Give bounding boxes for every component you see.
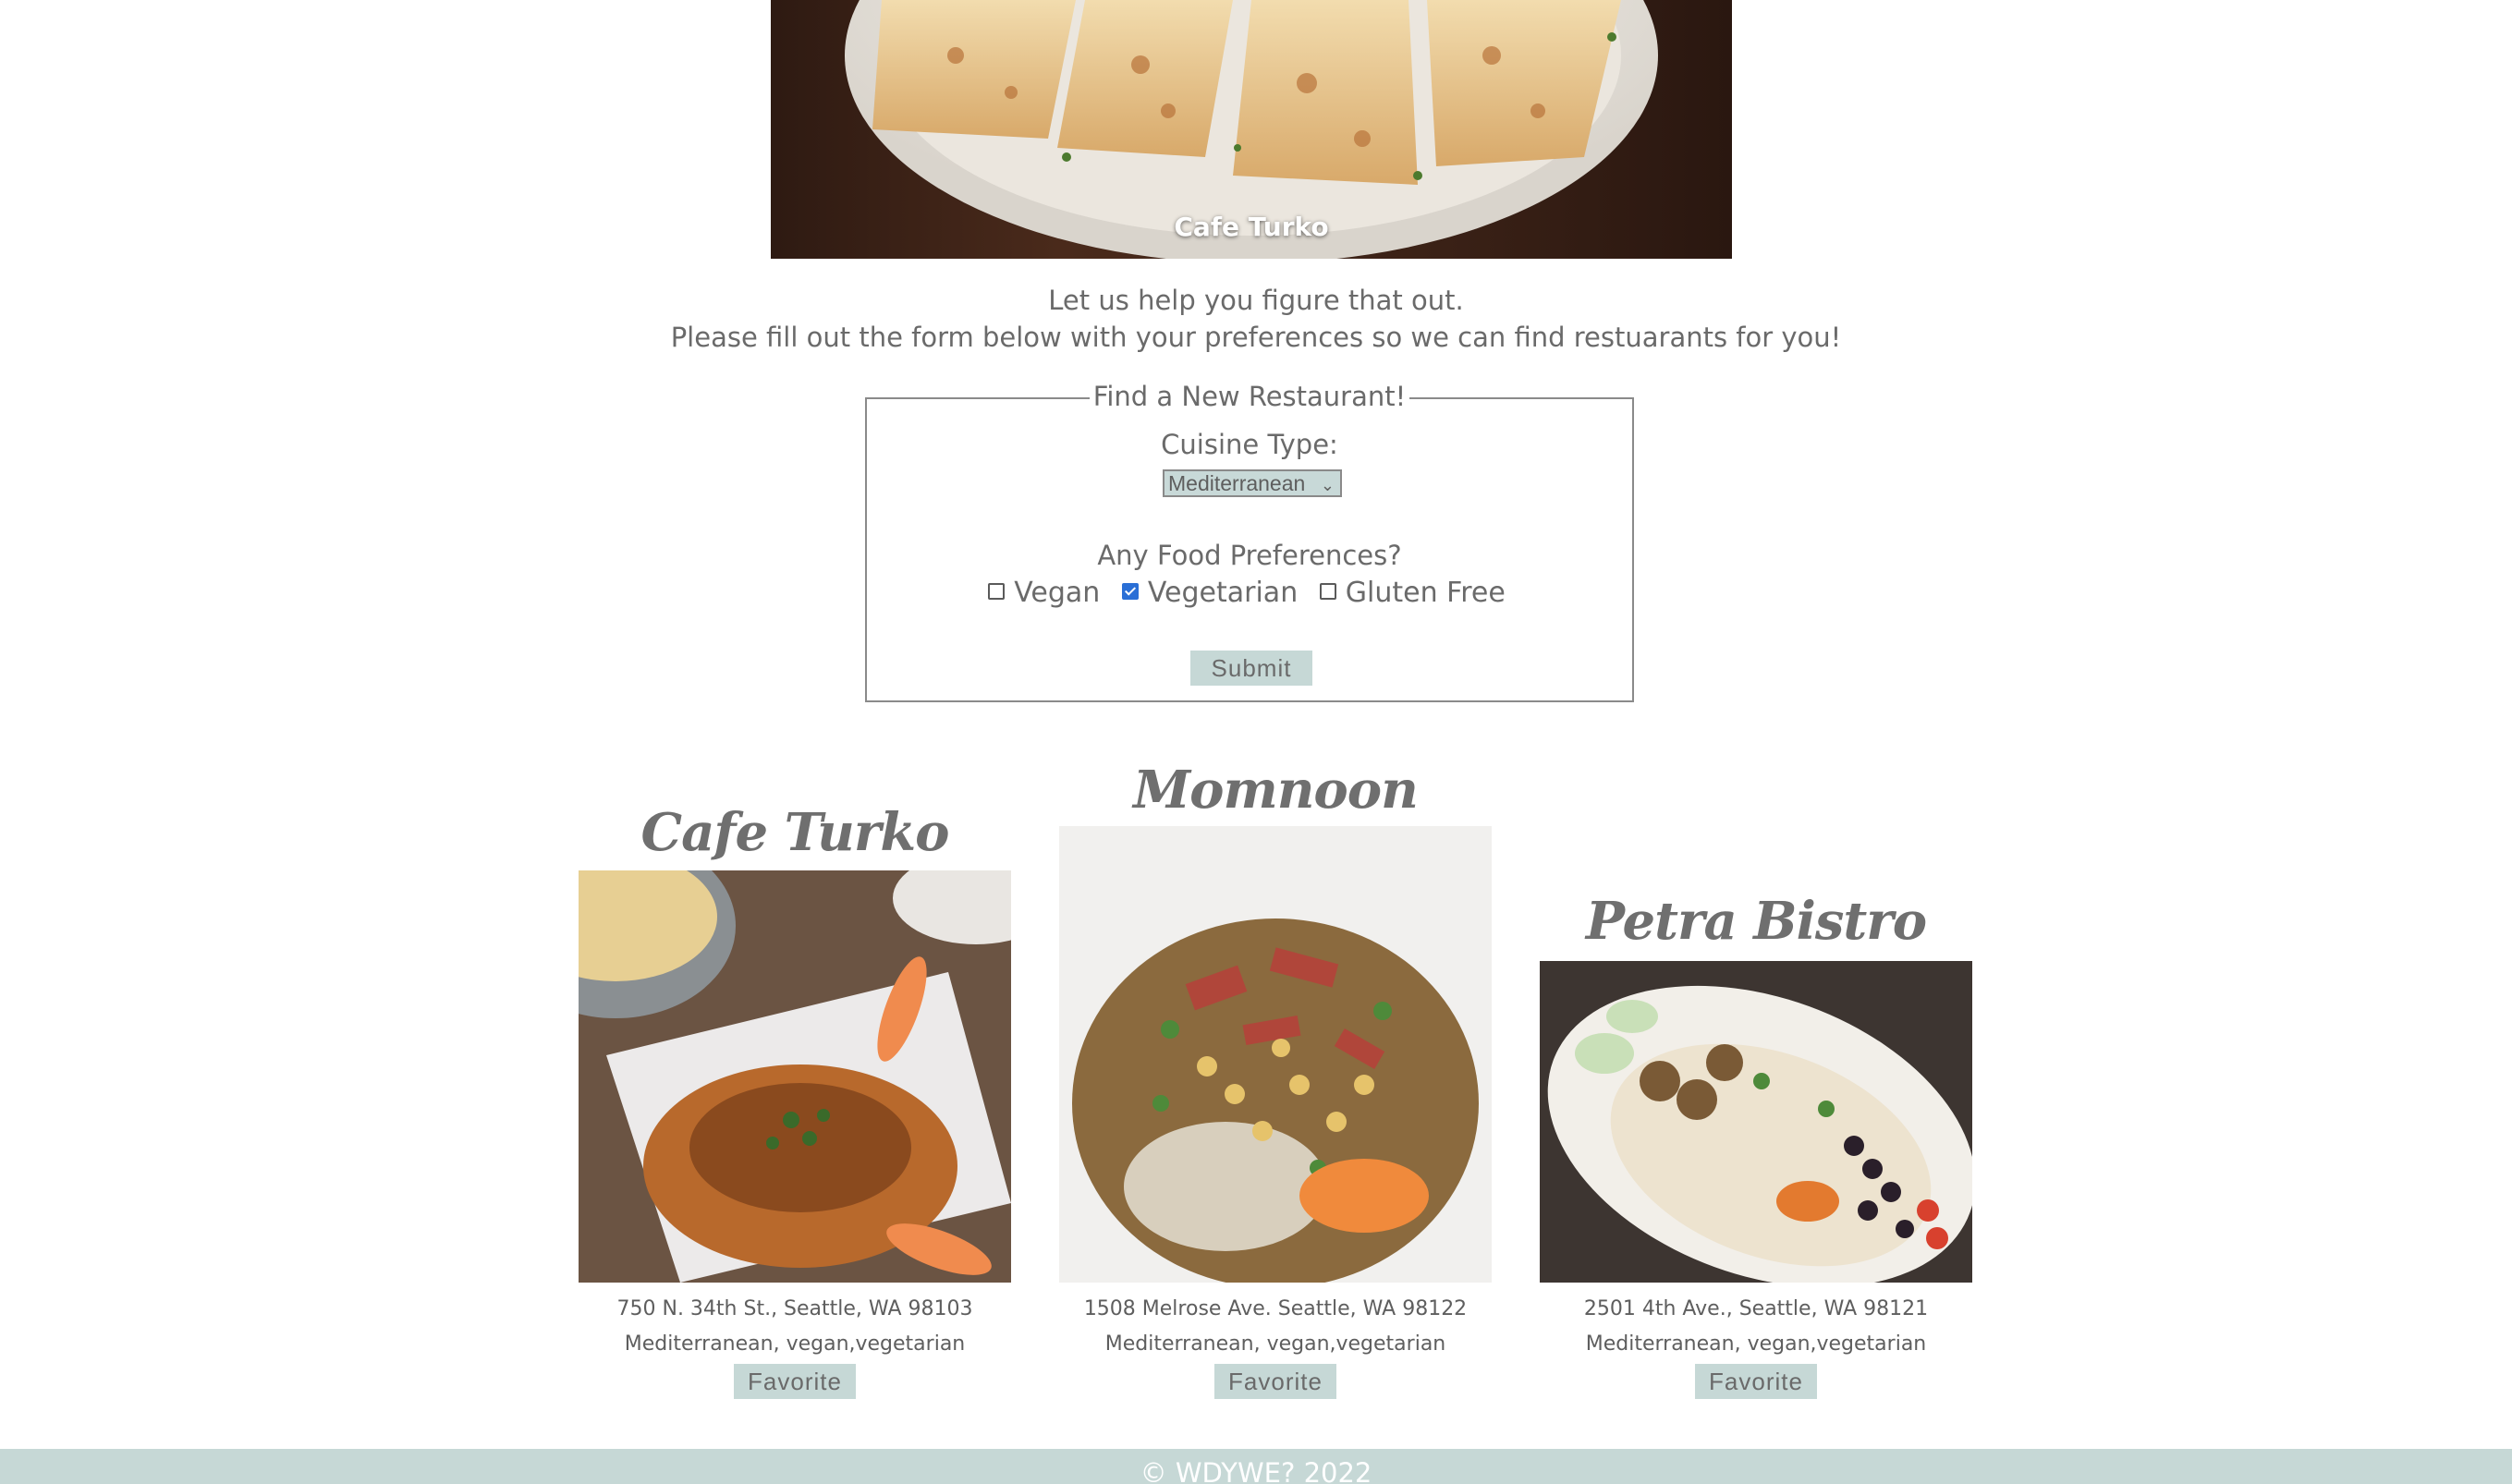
form-legend: Find a New Restaurant!: [867, 381, 1632, 412]
card-address-cafe-turko: 750 N. 34th St., Seattle, WA 98103: [616, 1297, 973, 1320]
page: Cafe Turko Let us help you figure that o…: [0, 0, 2512, 1484]
vegan-checkbox[interactable]: [988, 582, 1006, 600]
favorite-button-cafe-turko[interactable]: Favorite: [734, 1364, 856, 1399]
cuisine-select[interactable]: Mediterranean ⌄: [1163, 469, 1342, 497]
preference-checkboxes: Vegan Vegetarian Gluten Free: [867, 577, 1632, 609]
gluten-free-checkbox[interactable]: [1319, 582, 1336, 600]
favorite-button-momnoon[interactable]: Favorite: [1214, 1364, 1336, 1399]
gluten-free-label: Gluten Free: [1345, 577, 1506, 609]
card-address-petra-bistro: 2501 4th Ave., Seattle, WA 98121: [1583, 1297, 1929, 1320]
card-address-momnoon: 1508 Melrose Ave. Seattle, WA 98122: [1083, 1297, 1468, 1320]
intro-line-2: Please fill out the form below with your…: [670, 322, 1842, 353]
favorite-button-petra-bistro[interactable]: Favorite: [1695, 1364, 1817, 1399]
vegetarian-checkbox[interactable]: [1121, 582, 1139, 600]
card-tags-petra-bistro: Mediterranean, vegan,vegetarian: [1585, 1332, 1927, 1356]
vegetarian-label: Vegetarian: [1147, 577, 1299, 609]
cuisine-select-value: Mediterranean: [1168, 471, 1306, 495]
card-image-petra-bistro: [1540, 961, 1972, 1283]
chevron-down-icon: ⌄: [1320, 476, 1335, 494]
form-legend-text: Find a New Restaurant!: [1089, 381, 1410, 412]
card-title-petra-bistro: Petra Bistro: [1585, 891, 1927, 952]
card-tags-cafe-turko: Mediterranean, vegan,vegetarian: [624, 1332, 966, 1356]
find-restaurant-form: Find a New Restaurant! Cuisine Type: Med…: [865, 381, 1634, 702]
footer: © WDYWE? 2022: [0, 1449, 2512, 1484]
card-title-cafe-turko: Cafe Turko: [640, 802, 950, 863]
submit-button[interactable]: Submit: [1190, 651, 1312, 686]
card-image-cafe-turko: [579, 870, 1011, 1283]
card-tags-momnoon: Mediterranean, vegan,vegetarian: [1104, 1332, 1446, 1356]
food-preferences-label: Any Food Preferences?: [1097, 540, 1402, 571]
footer-text: © WDYWE? 2022: [1140, 1457, 1372, 1484]
cuisine-type-label: Cuisine Type:: [1161, 429, 1338, 460]
card-title-momnoon: Momnoon: [1133, 760, 1419, 821]
hero-image: Cafe Turko: [771, 0, 1732, 259]
hero-caption: Cafe Turko: [1174, 212, 1329, 242]
card-image-momnoon: [1059, 826, 1492, 1283]
vegan-label: Vegan: [1014, 577, 1101, 609]
intro-line-1: Let us help you figure that out.: [1048, 285, 1464, 316]
